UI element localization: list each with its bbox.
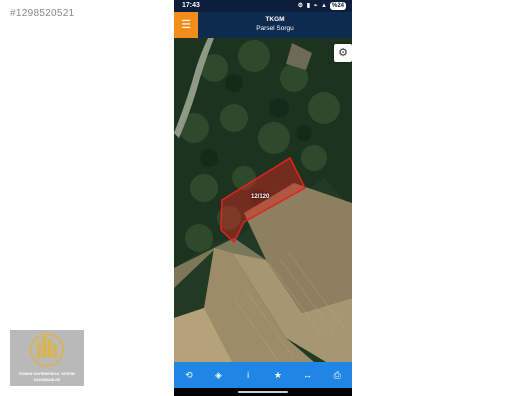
logo-text-line2: DANIŞMANLIĞI: [33, 378, 61, 382]
favorite-button[interactable]: ★: [263, 362, 293, 388]
phone-screen: 17:43 ⚙ ▮ ⌁ ▲ %24 ☰ TKGM Parsel Sorgu ⚙ …: [174, 0, 352, 396]
gear-icon: ⚙: [338, 47, 348, 59]
status-icons: ⚙ ▮ ⌁ ▲: [297, 3, 328, 9]
app-bar: ☰ TKGM Parsel Sorgu: [174, 12, 352, 38]
bottom-toolbar: ⟲ ◈ i ★ ↔ ⎙: [174, 362, 352, 388]
refresh-icon: ⟲: [185, 370, 193, 380]
menu-button[interactable]: ☰: [174, 12, 198, 38]
satellite-map[interactable]: [174, 38, 352, 362]
logo-emblem-icon: [30, 333, 64, 367]
locate-button[interactable]: ◈: [204, 362, 234, 388]
star-icon: ★: [273, 370, 282, 380]
map-settings-button[interactable]: ⚙: [334, 44, 352, 62]
app-title-block: TKGM Parsel Sorgu: [204, 16, 346, 33]
locate-icon: ◈: [215, 370, 222, 380]
print-button[interactable]: ⎙: [322, 362, 352, 388]
status-time: 17:43: [182, 2, 200, 9]
refresh-button[interactable]: ⟲: [174, 362, 204, 388]
app-title: TKGM: [265, 16, 285, 23]
battery-indicator: %24: [329, 2, 346, 10]
measure-button[interactable]: ↔: [293, 362, 323, 388]
measure-icon: ↔: [303, 370, 313, 380]
logo-text-line1: ROBAN GAYRİMENKUL YATIRIM: [19, 372, 75, 376]
info-icon: i: [247, 370, 250, 380]
status-bar: 17:43 ⚙ ▮ ⌁ ▲ %24: [174, 0, 352, 12]
parcel-label: 12/120: [251, 194, 270, 200]
company-logo: ROBAN GAYRİMENKUL YATIRIM DANIŞMANLIĞI: [10, 330, 84, 386]
listing-id: #1298520521: [10, 8, 75, 19]
home-indicator: [174, 388, 352, 396]
app-subtitle: Parsel Sorgu: [256, 25, 294, 32]
print-icon: ⎙: [333, 370, 341, 380]
info-button[interactable]: i: [233, 362, 263, 388]
menu-icon: ☰: [181, 19, 191, 31]
